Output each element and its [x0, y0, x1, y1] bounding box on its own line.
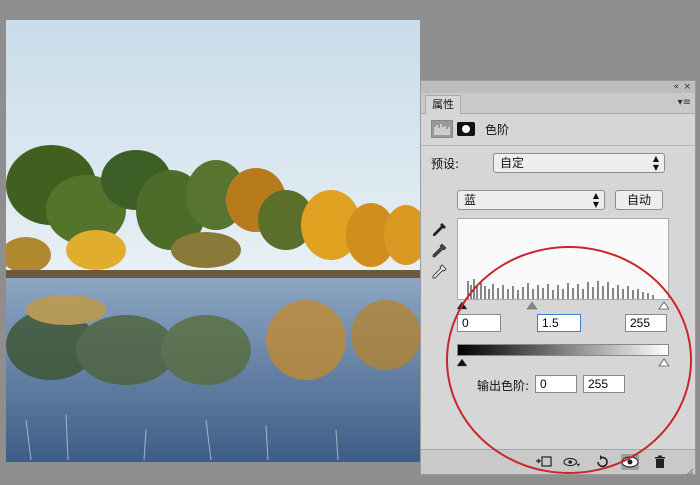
output-levels-label: 输出色阶: — [477, 379, 530, 393]
close-panel-icon[interactable]: × — [683, 81, 691, 93]
eye-icon[interactable] — [621, 454, 639, 470]
histogram-display — [457, 218, 669, 300]
panel-menu-icon[interactable]: ▾≡ — [678, 97, 691, 108]
mask-icon[interactable] — [457, 122, 475, 136]
panel-tab-row: 属性 ▾≡ — [421, 93, 695, 114]
preset-value: 自定 — [500, 156, 525, 170]
tab-properties[interactable]: 属性 — [425, 95, 461, 114]
output-levels-slider[interactable] — [456, 356, 670, 367]
photo-image — [6, 20, 420, 462]
select-arrows-icon: ▲ ▼ — [652, 154, 659, 172]
output-white-handle[interactable] — [658, 358, 670, 367]
histogram-icon[interactable] — [431, 120, 453, 138]
auto-button[interactable]: 自动 — [615, 190, 663, 210]
output-black-handle[interactable] — [456, 358, 468, 367]
clip-to-layer-icon[interactable] — [535, 454, 553, 470]
collapse-panel-icon[interactable]: « — [673, 81, 679, 93]
input-levels-slider[interactable] — [456, 299, 670, 310]
adjustment-title: 色阶 — [485, 122, 510, 137]
eyedropper-black-icon[interactable] — [431, 222, 447, 238]
channel-select[interactable]: 蓝 ▲ ▼ — [457, 190, 605, 210]
channel-value: 蓝 — [464, 193, 477, 207]
properties-panel: « × 属性 ▾≡ 色阶 预设: 自定 ▲ ▼ 蓝 ▲ ▼ 自动 0 1.5 2… — [420, 80, 696, 476]
select-arrows-icon: ▲ ▼ — [592, 191, 599, 209]
preset-label: 预设: — [431, 157, 460, 171]
view-previous-state-icon[interactable] — [563, 454, 581, 470]
input-white-field[interactable] — [625, 314, 667, 332]
divider — [421, 145, 695, 146]
input-black-handle[interactable] — [456, 301, 468, 310]
output-black-field[interactable] — [535, 375, 577, 393]
resize-grip-icon[interactable] — [685, 464, 694, 476]
eyedropper-white-icon[interactable] — [431, 264, 447, 280]
reset-icon[interactable] — [593, 454, 611, 470]
input-gamma-field[interactable] — [537, 314, 581, 332]
output-gradient-bar — [457, 344, 669, 356]
output-white-field[interactable] — [583, 375, 625, 393]
adjustment-header: 色阶 — [431, 119, 509, 139]
input-white-handle[interactable] — [658, 301, 670, 310]
photo-lake-poplars — [6, 20, 420, 462]
input-gamma-handle[interactable] — [526, 301, 538, 310]
eyedropper-gray-icon[interactable] — [431, 243, 447, 259]
input-black-field[interactable] — [457, 314, 501, 332]
preset-select[interactable]: 自定 ▲ ▼ — [493, 153, 665, 173]
trash-icon[interactable] — [651, 454, 669, 470]
panel-bottom-toolbar — [421, 449, 695, 476]
